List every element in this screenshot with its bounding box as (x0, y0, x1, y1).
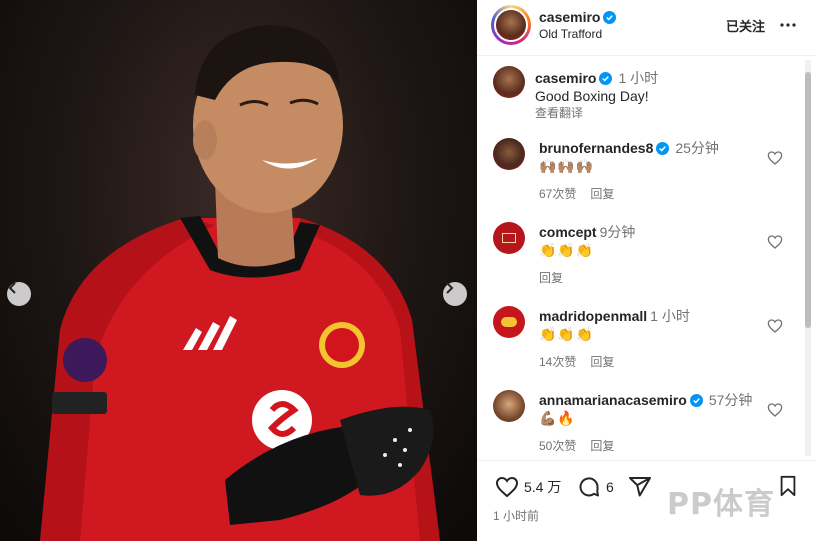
comment-time: 57分钟 (708, 392, 753, 408)
author-avatar[interactable] (494, 8, 528, 42)
verified-icon (603, 11, 617, 24)
comment-item: comcept 9分钟 👏👏👏 回复 (493, 222, 793, 302)
chevron-right-icon (446, 282, 454, 294)
comment-text: 👏👏👏 (539, 326, 595, 342)
save-button[interactable] (777, 475, 799, 497)
comment-button[interactable]: 6 (577, 475, 614, 499)
comment-item: annamarianacasemiro 57分钟 💪🏽🔥 50次赞 回复 (493, 390, 793, 460)
verified-icon (599, 72, 613, 85)
following-button[interactable]: 已关注 (726, 16, 765, 35)
verified-icon (689, 394, 703, 407)
watermark-logo: PP体育 (667, 487, 775, 522)
comment-icon (579, 477, 599, 497)
heart-icon[interactable] (767, 150, 783, 166)
post-photo (0, 0, 477, 541)
reply-button[interactable]: 回复 (539, 271, 563, 285)
comment-count: 6 (606, 479, 614, 495)
heart-icon[interactable] (767, 402, 783, 418)
reply-button[interactable]: 回复 (590, 439, 614, 453)
post-location[interactable]: Old Trafford (539, 27, 602, 41)
comment-likes[interactable]: 14次赞 (539, 355, 576, 369)
comment-avatar[interactable] (493, 306, 525, 338)
caption-avatar[interactable] (493, 66, 525, 98)
comment-item: brunofernandes8 25分钟 🙌🏽🙌🏽🙌🏽 67次赞 回复 (493, 138, 793, 218)
author-username[interactable]: casemiro (539, 9, 600, 25)
post-timestamp: 1 小时前 (493, 509, 540, 523)
heart-icon (495, 476, 519, 498)
carousel-next-button[interactable] (443, 282, 467, 306)
comment-item: madridopenmall 1 小时 👏👏👏 14次赞 回复 (493, 306, 793, 386)
carousel-prev-button[interactable] (7, 282, 31, 306)
comment-text: 👏👏👏 (539, 242, 595, 258)
comment-username[interactable]: comcept (539, 224, 597, 240)
post-actions-bar: 5.4 万 6 PP体育 1 小时前 (477, 460, 816, 541)
comment-avatar[interactable] (493, 390, 525, 422)
chevron-left-icon (8, 282, 16, 294)
comment-avatar[interactable] (493, 138, 525, 170)
see-translation-link[interactable]: 查看翻译 (535, 104, 583, 121)
bookmark-icon (780, 475, 796, 497)
comment-username[interactable]: annamarianacasemiro (539, 392, 687, 408)
like-button[interactable]: 5.4 万 (495, 475, 561, 499)
comment-username[interactable]: brunofernandes8 (539, 140, 653, 156)
reply-button[interactable]: 回复 (590, 187, 614, 201)
more-icon[interactable] (779, 16, 797, 34)
comment-likes[interactable]: 67次赞 (539, 187, 576, 201)
comment-text: 💪🏽🔥 (539, 410, 576, 426)
heart-icon[interactable] (767, 234, 783, 250)
share-button[interactable] (628, 475, 652, 499)
verified-icon (656, 142, 670, 155)
reply-button[interactable]: 回复 (590, 355, 614, 369)
caption-time: 1 小时 (618, 70, 659, 86)
player-photo (40, 25, 440, 541)
comment-text: 🙌🏽🙌🏽🙌🏽 (539, 158, 595, 174)
comment-time: 9分钟 (599, 224, 636, 240)
comment-likes[interactable]: 50次赞 (539, 439, 576, 453)
caption-username[interactable]: casemiro (535, 70, 596, 86)
comments-list: casemiro 1 小时 Good Boxing Day! 查看翻译 bruno… (477, 56, 816, 460)
comment-time: 1 小时 (650, 308, 690, 324)
comment-time: 25分钟 (675, 140, 719, 156)
comment-avatar[interactable] (493, 222, 525, 254)
post-side-panel: casemiro Old Trafford 已关注 casemiro 1 小时 G… (477, 0, 816, 541)
share-icon (629, 477, 651, 497)
comment-username[interactable]: madridopenmall (539, 308, 647, 324)
like-count: 5.4 万 (524, 479, 562, 495)
post-header: casemiro Old Trafford 已关注 (477, 0, 816, 56)
heart-icon[interactable] (767, 318, 783, 334)
caption-text: Good Boxing Day! (535, 88, 649, 104)
comments-scrollbar-thumb[interactable] (805, 72, 811, 328)
